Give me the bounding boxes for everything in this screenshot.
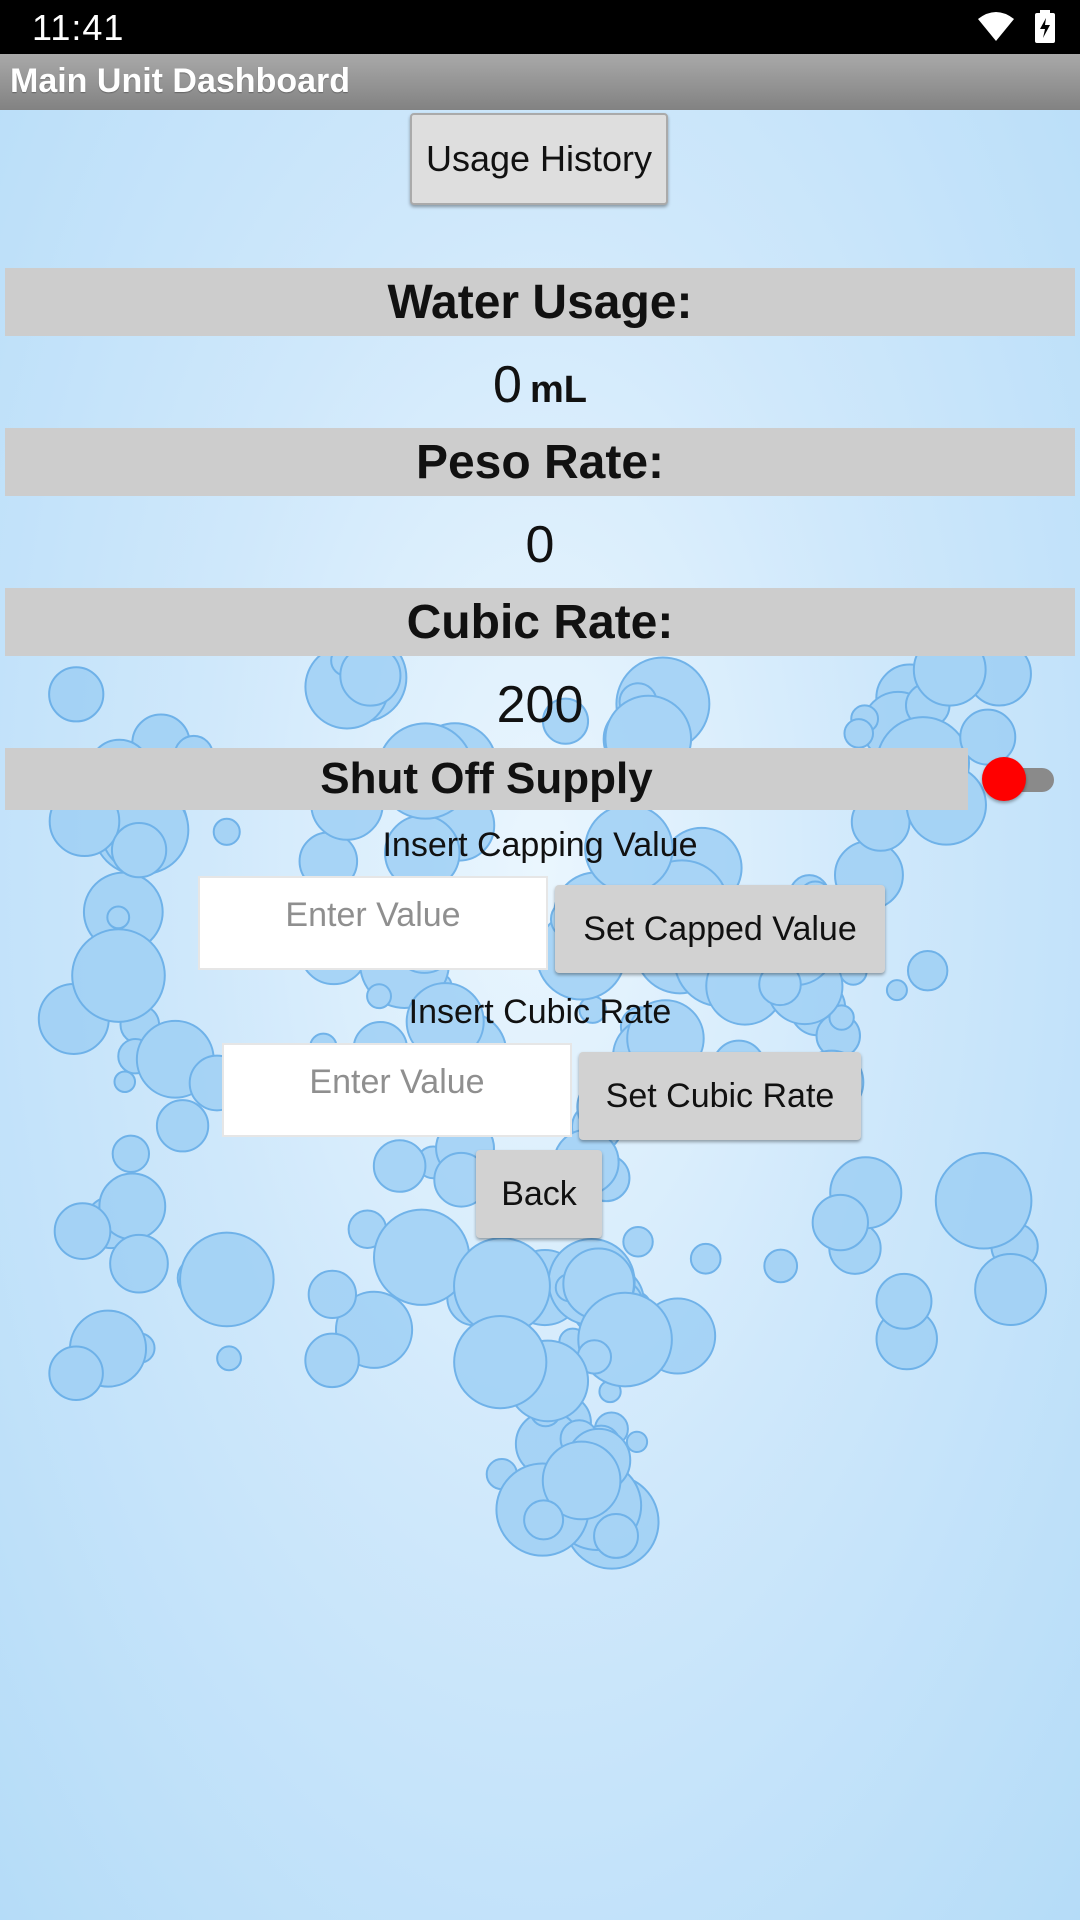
usage-history-button[interactable]: Usage History [410, 113, 668, 205]
cubic-rate-input[interactable] [222, 1043, 572, 1137]
dashboard-content: Usage History Water Usage: 0 mL Peso Rate… [0, 0, 1080, 1920]
shut-off-supply-label: Shut Off Supply [5, 748, 968, 810]
set-capped-value-button[interactable]: Set Capped Value [555, 885, 885, 973]
water-usage-value: 0 [493, 356, 522, 414]
capping-value-input[interactable] [198, 876, 548, 970]
capping-value-label: Insert Capping Value [382, 826, 698, 864]
back-button[interactable]: Back [476, 1150, 602, 1238]
wifi-icon [978, 12, 1014, 41]
battery-charging-icon [1035, 10, 1055, 43]
cubic-rate-value: 200 [496, 676, 584, 734]
app-bar: Main Unit Dashboard [0, 54, 1080, 110]
cubic-rate-header: Cubic Rate: [5, 588, 1075, 656]
water-usage-header: Water Usage: [5, 268, 1075, 336]
status-time: 11:41 [32, 7, 125, 48]
shut-off-supply-toggle[interactable] [982, 756, 1056, 802]
peso-rate-header: Peso Rate: [5, 428, 1075, 496]
toggle-thumb [982, 757, 1026, 801]
cubic-rate-input-label: Insert Cubic Rate [408, 993, 672, 1031]
peso-rate-value: 0 [525, 516, 555, 574]
water-usage-unit: mL [529, 369, 587, 411]
set-cubic-rate-button[interactable]: Set Cubic Rate [579, 1052, 861, 1140]
app-title: Main Unit Dashboard [10, 62, 351, 100]
status-bar: 11:41 [0, 0, 1080, 54]
water-usage-value-row: 0 mL [0, 355, 1080, 415]
